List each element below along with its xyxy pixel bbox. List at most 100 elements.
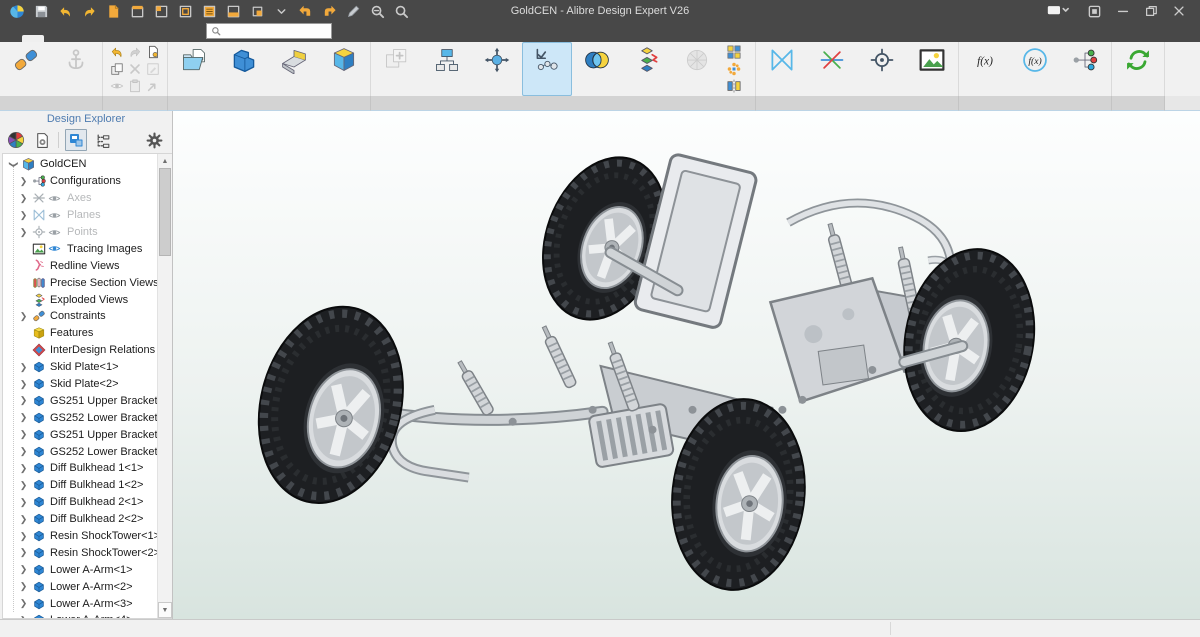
design-properties-button[interactable] <box>32 130 52 150</box>
collapse-chevron-icon[interactable]: ❯ <box>8 158 19 171</box>
search-input[interactable] <box>225 25 327 37</box>
delete-button[interactable] <box>127 61 143 77</box>
tree-item[interactable]: Features <box>3 325 158 342</box>
axis-button[interactable] <box>807 42 857 96</box>
global-parameters-button[interactable]: f(x) <box>1010 42 1060 96</box>
expand-chevron-icon[interactable]: ❯ <box>17 412 30 423</box>
visibility-button[interactable] <box>109 78 125 94</box>
expand-chevron-icon[interactable]: ❯ <box>17 531 30 542</box>
ribbon-search[interactable] <box>206 23 332 39</box>
equation-editor-button[interactable]: f(x) <box>960 42 1010 96</box>
tree-item[interactable]: ❯Diff Bulkhead 1<2> <box>3 477 158 494</box>
tree-item[interactable]: ❯GS251 Upper Bracket<1> <box>3 392 158 409</box>
tree-item[interactable]: Precise Section Views <box>3 274 158 291</box>
tracing-image-button[interactable] <box>907 42 957 96</box>
new-part-document[interactable] <box>102 2 124 20</box>
next-view[interactable] <box>318 2 340 20</box>
point-button[interactable] <box>857 42 907 96</box>
tab-send-to[interactable] <box>110 35 132 42</box>
tree-item[interactable]: ❯Planes <box>3 207 158 224</box>
circular-pattern-button[interactable] <box>727 62 746 76</box>
expand-chevron-icon[interactable]: ❯ <box>17 463 30 474</box>
tree-item[interactable]: ❯Diff Bulkhead 1<1> <box>3 460 158 477</box>
tree-item[interactable]: ❯Points <box>3 224 158 241</box>
tree-item[interactable]: ❯GS252 Lower Bracket<1> <box>3 409 158 426</box>
tree-item[interactable]: ❯Configurations <box>3 173 158 190</box>
tab-features[interactable] <box>44 35 66 42</box>
display-options-button[interactable] <box>65 129 87 151</box>
tree-scrollbar[interactable]: ▲ ▼ <box>157 154 172 618</box>
expand-chevron-icon[interactable]: ❯ <box>17 615 30 618</box>
tree-options-button[interactable] <box>93 130 113 150</box>
undo-edit-button[interactable] <box>109 44 125 60</box>
linear-pattern-button[interactable] <box>727 45 746 59</box>
subassembly-button[interactable] <box>319 42 369 96</box>
app-logo[interactable] <box>6 2 28 20</box>
open-document[interactable] <box>222 2 244 20</box>
tree-item[interactable]: ❯Constraints <box>3 308 158 325</box>
tab-view[interactable] <box>66 35 88 42</box>
restore-button[interactable] <box>1144 2 1158 20</box>
tab-script[interactable] <box>154 35 176 42</box>
scroll-up-arrow[interactable]: ▲ <box>158 154 172 168</box>
tree-item[interactable]: ❯Skid Plate<1> <box>3 359 158 376</box>
new-sheet-metal[interactable] <box>198 2 220 20</box>
annotate[interactable] <box>342 2 364 20</box>
new-drawing[interactable] <box>174 2 196 20</box>
tree-item[interactable]: ❯Diff Bulkhead 2<2> <box>3 511 158 528</box>
expand-chevron-icon[interactable]: ❯ <box>17 429 30 440</box>
tab-file[interactable] <box>0 35 22 42</box>
sheet-metal-button[interactable] <box>269 42 319 96</box>
edit-reference-button[interactable] <box>145 44 161 60</box>
expand-chevron-icon[interactable]: ❯ <box>17 547 30 558</box>
more-documents[interactable] <box>270 2 292 20</box>
promote-button[interactable] <box>145 78 161 94</box>
paste-button[interactable] <box>127 78 143 94</box>
tree-item[interactable]: Tracing Images <box>3 240 158 257</box>
expand-chevron-icon[interactable]: ❯ <box>17 362 30 373</box>
expand-chevron-icon[interactable]: ❯ <box>17 446 30 457</box>
tree-item[interactable]: ❯Axes <box>3 190 158 207</box>
tree-item[interactable]: ❯Lower A-Arm<4> <box>3 612 158 618</box>
previous-view[interactable] <box>294 2 316 20</box>
visibility-eye-icon[interactable] <box>48 209 61 222</box>
replace-button[interactable] <box>422 42 472 96</box>
tab-library[interactable] <box>132 35 154 42</box>
visibility-eye-icon[interactable] <box>48 242 61 255</box>
expand-chevron-icon[interactable]: ❯ <box>17 311 30 322</box>
close-button[interactable] <box>1172 2 1186 20</box>
new-assembly[interactable] <box>126 2 148 20</box>
anchor-button[interactable] <box>51 42 101 96</box>
save[interactable] <box>30 2 52 20</box>
minimum-motion-button[interactable] <box>522 42 572 96</box>
part-button[interactable] <box>219 42 269 96</box>
window-options-button[interactable] <box>1087 2 1102 20</box>
viewport-3d[interactable] <box>173 111 1200 619</box>
tab-inspect[interactable] <box>88 35 110 42</box>
expand-chevron-icon[interactable]: ❯ <box>17 497 30 508</box>
assembly-boolean-button[interactable] <box>572 42 622 96</box>
scroll-down-arrow[interactable]: ▼ <box>158 602 172 618</box>
expand-chevron-icon[interactable]: ❯ <box>17 480 30 491</box>
tree-item[interactable]: ❯Resin ShockTower<1> <box>3 528 158 545</box>
tab-assembly[interactable] <box>22 35 44 42</box>
expand-chevron-icon[interactable]: ❯ <box>17 210 30 221</box>
regenerate-button[interactable] <box>1113 42 1163 96</box>
tree-item[interactable]: InterDesign Relations <box>3 342 158 359</box>
copy-button[interactable] <box>109 61 125 77</box>
edit-button[interactable] <box>145 61 161 77</box>
duplicate-button[interactable] <box>372 42 422 96</box>
tab-add-on[interactable] <box>176 35 198 42</box>
zoom-fit[interactable] <box>390 2 412 20</box>
redo-edit-button[interactable] <box>127 44 143 60</box>
expand-chevron-icon[interactable]: ❯ <box>17 564 30 575</box>
tree-item[interactable]: ❯Resin ShockTower<2> <box>3 544 158 561</box>
display-selector-button[interactable] <box>1047 2 1073 20</box>
explorer-settings-button[interactable] <box>144 130 164 150</box>
tree-item[interactable]: ❯GoldCEN <box>3 156 158 173</box>
constraint-button[interactable] <box>1 42 51 96</box>
tree-item[interactable]: ❯Lower A-Arm<3> <box>3 595 158 612</box>
expand-chevron-icon[interactable]: ❯ <box>17 193 30 204</box>
redo[interactable] <box>78 2 100 20</box>
new-part[interactable] <box>150 2 172 20</box>
